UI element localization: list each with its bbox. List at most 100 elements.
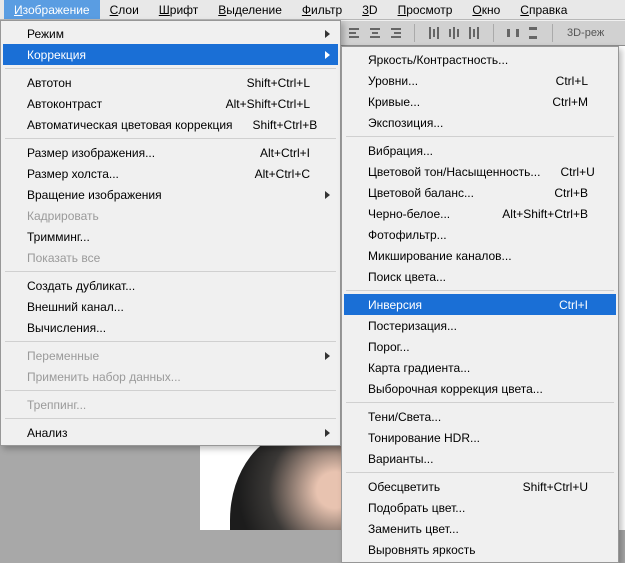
menu-item[interactable]: ОбесцветитьShift+Ctrl+U bbox=[344, 476, 616, 497]
menu-item-shortcut: Ctrl+I bbox=[559, 298, 588, 312]
menubar-item[interactable]: Изображение bbox=[4, 0, 100, 19]
menu-item-label: Яркость/Контрастность... bbox=[368, 53, 588, 67]
align-left-icon[interactable] bbox=[346, 24, 364, 42]
toolbar-separator bbox=[414, 24, 415, 42]
menu-item[interactable]: Экспозиция... bbox=[344, 112, 616, 133]
distribute-top-icon[interactable] bbox=[425, 24, 443, 42]
menu-item[interactable]: Размер холста...Alt+Ctrl+C bbox=[3, 163, 338, 184]
distribute-mid-icon[interactable] bbox=[445, 24, 463, 42]
menu-item-shortcut: Shift+Ctrl+U bbox=[523, 480, 588, 494]
submenu-adjustments: Яркость/Контрастность...Уровни...Ctrl+LК… bbox=[341, 46, 619, 563]
menu-separator bbox=[346, 472, 614, 473]
distribute-v-icon[interactable] bbox=[524, 24, 542, 42]
menu-item-label: Размер изображения... bbox=[27, 146, 240, 160]
menu-item[interactable]: Режим bbox=[3, 23, 338, 44]
menu-item[interactable]: Коррекция bbox=[3, 44, 338, 65]
submenu-arrow-icon bbox=[325, 51, 330, 59]
menu-item[interactable]: Подобрать цвет... bbox=[344, 497, 616, 518]
mode-3d-label[interactable]: 3D-реж bbox=[567, 27, 604, 39]
menu-item-label: Тонирование HDR... bbox=[368, 431, 588, 445]
menu-item[interactable]: Фотофильтр... bbox=[344, 224, 616, 245]
menu-item[interactable]: Автоматическая цветовая коррекцияShift+C… bbox=[3, 114, 338, 135]
menu-item-shortcut: Alt+Shift+Ctrl+L bbox=[226, 97, 310, 111]
menu-item-label: Выровнять яркость bbox=[368, 543, 588, 557]
menu-item[interactable]: Выровнять яркость bbox=[344, 539, 616, 560]
menu-item-label: Внешний канал... bbox=[27, 300, 310, 314]
menu-item: Применить набор данных... bbox=[3, 366, 338, 387]
menu-item[interactable]: Постеризация... bbox=[344, 315, 616, 336]
menu-item-label: Варианты... bbox=[368, 452, 588, 466]
align-right-icon[interactable] bbox=[386, 24, 404, 42]
menu-item-shortcut: Ctrl+U bbox=[560, 165, 594, 179]
menu-item-shortcut: Shift+Ctrl+L bbox=[247, 76, 310, 90]
menu-item[interactable]: Автотон Shift+Ctrl+L bbox=[3, 72, 338, 93]
menu-item[interactable]: Выборочная коррекция цвета... bbox=[344, 378, 616, 399]
menu-item[interactable]: Тонирование HDR... bbox=[344, 427, 616, 448]
menu-separator bbox=[5, 68, 336, 69]
menu-item-label: Треппинг... bbox=[27, 398, 310, 412]
menubar: ИзображениеСлоиШрифтВыделениеФильтр3DПро… bbox=[0, 0, 625, 20]
menu-item-label: Цветовой баланс... bbox=[368, 186, 534, 200]
menu-item[interactable]: Варианты... bbox=[344, 448, 616, 469]
menu-separator bbox=[5, 341, 336, 342]
menubar-item[interactable]: Шрифт bbox=[149, 0, 208, 19]
menu-item-label: Вращение изображения bbox=[27, 188, 310, 202]
menu-item[interactable]: Вращение изображения bbox=[3, 184, 338, 205]
menu-separator bbox=[346, 136, 614, 137]
menu-item-label: Вибрация... bbox=[368, 144, 588, 158]
menu-item-label: Фотофильтр... bbox=[368, 228, 588, 242]
menubar-item[interactable]: Слои bbox=[100, 0, 149, 19]
menu-item-label: Поиск цвета... bbox=[368, 270, 588, 284]
distribute-bot-icon[interactable] bbox=[465, 24, 483, 42]
menu-item-shortcut: Ctrl+L bbox=[556, 74, 588, 88]
menu-item-label: Режим bbox=[27, 27, 310, 41]
align-center-icon[interactable] bbox=[366, 24, 384, 42]
menu-item-label: Показать все bbox=[27, 251, 310, 265]
menu-item-label: Анализ bbox=[27, 426, 310, 440]
menu-item[interactable]: Карта градиента... bbox=[344, 357, 616, 378]
menubar-item[interactable]: Справка bbox=[510, 0, 577, 19]
menu-item[interactable]: Кривые...Ctrl+M bbox=[344, 91, 616, 112]
menu-item[interactable]: Анализ bbox=[3, 422, 338, 443]
menu-item-label: Микширование каналов... bbox=[368, 249, 588, 263]
menu-item[interactable]: Тримминг... bbox=[3, 226, 338, 247]
menu-item-label: Черно-белое... bbox=[368, 207, 482, 221]
menu-item-label: Автоконтраст bbox=[27, 97, 206, 111]
menu-item: Переменные bbox=[3, 345, 338, 366]
menu-item[interactable]: Заменить цвет... bbox=[344, 518, 616, 539]
menu-item[interactable]: Уровни...Ctrl+L bbox=[344, 70, 616, 91]
menu-item[interactable]: Яркость/Контрастность... bbox=[344, 49, 616, 70]
menu-item[interactable]: Микширование каналов... bbox=[344, 245, 616, 266]
menu-item-label: Тримминг... bbox=[27, 230, 310, 244]
menu-item-label: Порог... bbox=[368, 340, 588, 354]
menubar-item[interactable]: Просмотр bbox=[388, 0, 463, 19]
menubar-item[interactable]: Окно bbox=[462, 0, 510, 19]
menu-item[interactable]: Внешний канал... bbox=[3, 296, 338, 317]
menu-item[interactable]: Цветовой тон/Насыщенность...Ctrl+U bbox=[344, 161, 616, 182]
menu-item[interactable]: Вибрация... bbox=[344, 140, 616, 161]
menu-item[interactable]: Порог... bbox=[344, 336, 616, 357]
menu-image: Режим Коррекция Автотон Shift+Ctrl+L Автокон… bbox=[0, 20, 341, 446]
distribute-h-icon[interactable] bbox=[504, 24, 522, 42]
menu-item-label: Автотон bbox=[27, 76, 227, 90]
menu-item[interactable]: Автоконтраст Alt+Shift+Ctrl+L bbox=[3, 93, 338, 114]
submenu-arrow-icon bbox=[325, 191, 330, 199]
menu-separator bbox=[5, 138, 336, 139]
menu-item-label: Карта градиента... bbox=[368, 361, 588, 375]
toolbar-separator bbox=[552, 24, 553, 42]
menubar-item[interactable]: Фильтр bbox=[292, 0, 352, 19]
menu-item-label: Размер холста... bbox=[27, 167, 235, 181]
menu-item[interactable]: Цветовой баланс...Ctrl+B bbox=[344, 182, 616, 203]
menu-item[interactable]: Создать дубликат... bbox=[3, 275, 338, 296]
menu-item[interactable]: ИнверсияCtrl+I bbox=[344, 294, 616, 315]
menubar-item[interactable]: Выделение bbox=[208, 0, 292, 19]
menu-item-label: Коррекция bbox=[27, 48, 310, 62]
menu-item[interactable]: Черно-белое...Alt+Shift+Ctrl+B bbox=[344, 203, 616, 224]
menu-item[interactable]: Тени/Света... bbox=[344, 406, 616, 427]
submenu-arrow-icon bbox=[325, 30, 330, 38]
menu-item[interactable]: Размер изображения...Alt+Ctrl+I bbox=[3, 142, 338, 163]
menu-item-label: Применить набор данных... bbox=[27, 370, 310, 384]
menu-item[interactable]: Вычисления... bbox=[3, 317, 338, 338]
menu-item[interactable]: Поиск цвета... bbox=[344, 266, 616, 287]
menubar-item[interactable]: 3D bbox=[352, 0, 387, 19]
